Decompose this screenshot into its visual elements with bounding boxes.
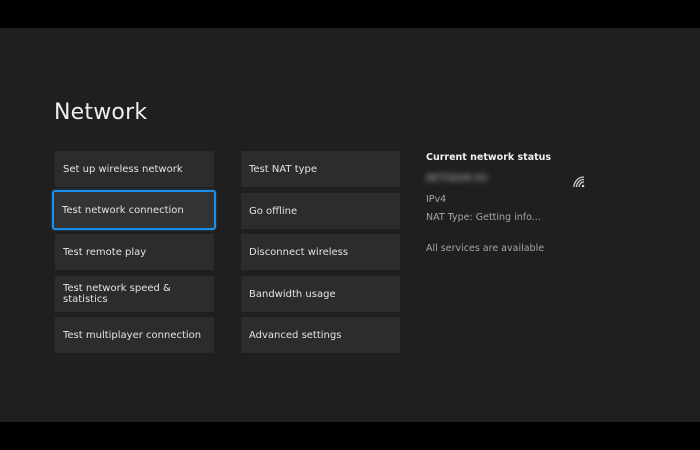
button-label: Test remote play	[63, 246, 147, 258]
button-label: Test NAT type	[249, 163, 318, 175]
set-up-wireless-network-button[interactable]: Set up wireless network	[55, 151, 214, 187]
advanced-settings-button[interactable]: Advanced settings	[241, 317, 400, 353]
services-status-text: All services are available	[426, 243, 545, 254]
button-label: Test network connection	[62, 204, 184, 216]
network-status-title: Current network status	[426, 152, 552, 163]
go-offline-button[interactable]: Go offline	[241, 193, 400, 229]
button-label: Test multiplayer connection	[63, 329, 202, 341]
button-label: Test network speed & statistics	[63, 283, 171, 305]
test-nat-type-button[interactable]: Test NAT type	[241, 151, 400, 187]
bandwidth-usage-button[interactable]: Bandwidth usage	[241, 276, 400, 312]
button-label: Go offline	[249, 205, 298, 217]
button-label: Advanced settings	[249, 329, 342, 341]
test-remote-play-button[interactable]: Test remote play	[55, 234, 214, 270]
test-network-speed-statistics-button[interactable]: Test network speed & statistics	[55, 276, 214, 312]
page-title: Network	[54, 100, 148, 125]
button-label: Disconnect wireless	[249, 246, 349, 258]
button-label: Bandwidth usage	[249, 288, 336, 300]
network-settings-screen: Network Set up wireless network Test net…	[0, 28, 700, 422]
test-multiplayer-connection-button[interactable]: Test multiplayer connection	[55, 317, 214, 353]
network-name: NETGEAR-5G	[426, 173, 488, 184]
button-label: Set up wireless network	[63, 163, 183, 175]
disconnect-wireless-button[interactable]: Disconnect wireless	[241, 234, 400, 270]
test-network-connection-button[interactable]: Test network connection	[52, 190, 216, 230]
wifi-signal-icon	[573, 176, 585, 188]
nat-type-text: NAT Type: Getting info...	[426, 212, 541, 223]
ip-version-text: IPv4	[426, 194, 447, 205]
